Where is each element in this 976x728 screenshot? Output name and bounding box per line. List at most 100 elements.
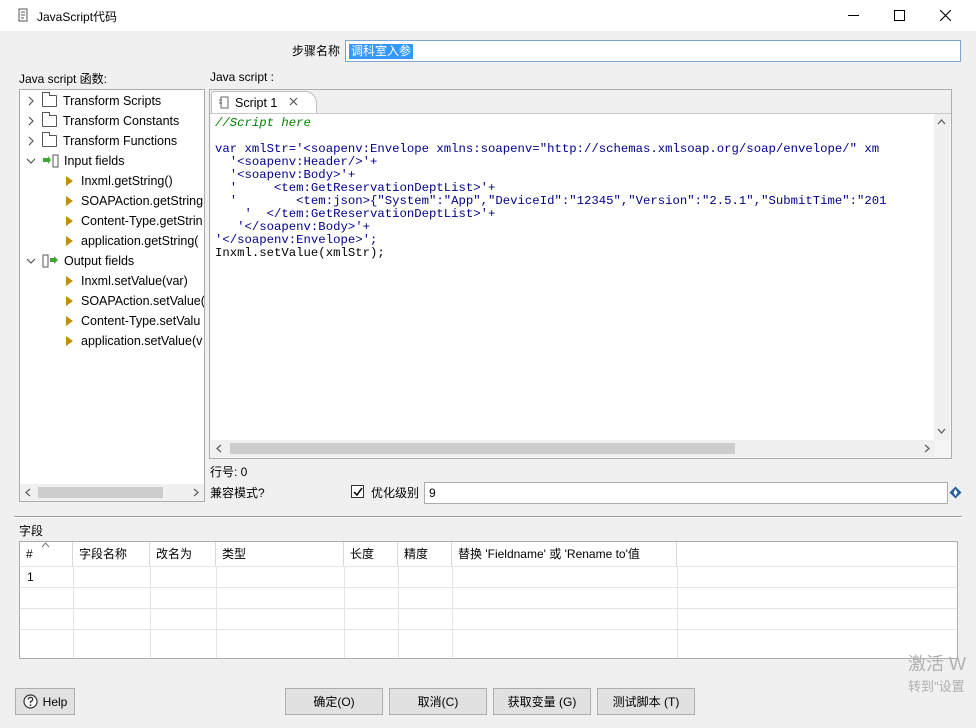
column-header-label: 长度 bbox=[350, 547, 375, 561]
scroll-up-icon[interactable] bbox=[937, 119, 946, 125]
chevron-right-icon[interactable] bbox=[26, 136, 36, 146]
optimization-level-input[interactable]: 9 bbox=[424, 482, 948, 504]
sort-up-icon bbox=[41, 542, 50, 548]
chevron-down-icon[interactable] bbox=[26, 256, 36, 266]
tree-item-label: Transform Constants bbox=[63, 114, 180, 128]
tree-item-label: Transform Functions bbox=[63, 134, 178, 148]
close-tab-icon[interactable] bbox=[289, 97, 298, 106]
help-icon bbox=[23, 694, 38, 709]
tree-item-field[interactable]: Inxml.getString() bbox=[66, 171, 173, 191]
scroll-right-icon[interactable] bbox=[193, 488, 199, 497]
tree-item-field[interactable]: Content-Type.getStrin bbox=[66, 211, 203, 231]
line-number-label: 行号: 0 bbox=[210, 465, 248, 479]
input-fields-icon bbox=[43, 154, 59, 168]
tree-item-label: Inxml.setValue(var) bbox=[81, 274, 188, 288]
scroll-left-icon[interactable] bbox=[216, 444, 222, 453]
editor-vertical-scrollbar[interactable] bbox=[934, 114, 950, 440]
window-title: JavaScript代码 bbox=[37, 10, 118, 24]
folder-icon bbox=[42, 132, 57, 147]
field-icon bbox=[66, 296, 73, 306]
tree-item-output-fields[interactable]: Output fields bbox=[26, 251, 134, 271]
output-fields-icon bbox=[42, 254, 58, 268]
tree-item-label: SOAPAction.getString bbox=[81, 194, 204, 208]
cancel-button-label: 取消(C) bbox=[417, 695, 459, 709]
script-label: Java script : bbox=[210, 70, 275, 84]
chevron-down-icon[interactable] bbox=[26, 156, 36, 166]
field-icon bbox=[66, 216, 73, 226]
tree-item-input-fields[interactable]: Input fields bbox=[26, 151, 124, 171]
column-header-label: 类型 bbox=[222, 547, 247, 561]
tree-horizontal-scrollbar[interactable] bbox=[20, 484, 204, 501]
tab-script-1[interactable]: Script 1 bbox=[211, 91, 317, 113]
column-header[interactable]: # bbox=[20, 542, 73, 566]
column-header-label: 替换 'Fieldname' 或 'Rename to'值 bbox=[458, 547, 640, 561]
optimization-value: 9 bbox=[429, 486, 436, 500]
folder-icon bbox=[42, 112, 57, 127]
tab-label: Script 1 bbox=[235, 96, 278, 110]
scroll-left-icon[interactable] bbox=[25, 488, 31, 497]
tree-item-label: Transform Scripts bbox=[63, 94, 162, 108]
column-header-label: 精度 bbox=[404, 547, 429, 561]
tree-item-label: SOAPAction.setValue( bbox=[81, 294, 205, 308]
chevron-right-icon[interactable] bbox=[26, 116, 36, 126]
get-variables-button-label: 获取变量 (G) bbox=[507, 695, 577, 709]
scrollbar-thumb[interactable] bbox=[38, 487, 163, 498]
optimization-checkbox[interactable] bbox=[351, 485, 364, 498]
compat-mode-label: 兼容模式? bbox=[210, 486, 265, 500]
maximize-icon bbox=[893, 10, 905, 21]
column-header[interactable]: 精度 bbox=[398, 542, 452, 566]
tree-item-label: Content-Type.getStrin bbox=[81, 214, 203, 228]
column-header[interactable]: 改名为 bbox=[150, 542, 216, 566]
minimize-button[interactable] bbox=[830, 0, 876, 31]
code-area[interactable]: //Script here var xmlStr='<soapenv:Envel… bbox=[211, 114, 935, 440]
get-variables-button[interactable]: 获取变量 (G) bbox=[493, 688, 591, 715]
tree-item-field[interactable]: SOAPAction.setValue( bbox=[66, 291, 205, 311]
column-header[interactable]: 字段名称 bbox=[73, 542, 150, 566]
close-button[interactable] bbox=[922, 0, 968, 31]
tree-item-label: application.getString( bbox=[81, 234, 199, 248]
column-header[interactable]: 类型 bbox=[216, 542, 344, 566]
help-button[interactable]: Help bbox=[15, 688, 75, 715]
editor-horizontal-scrollbar[interactable] bbox=[211, 440, 935, 457]
row-divider bbox=[20, 608, 957, 609]
tree-item-field[interactable]: SOAPAction.getString bbox=[66, 191, 203, 211]
scroll-down-icon[interactable] bbox=[937, 428, 946, 434]
optimization-label: 优化级别 bbox=[371, 486, 420, 500]
functions-tree[interactable]: Transform Scripts Transform Constants Tr… bbox=[19, 89, 205, 502]
step-name-label: 步骤名称 bbox=[292, 44, 341, 58]
activation-watermark-subtitle: 转到"设置 bbox=[908, 679, 965, 694]
scrollbar-thumb[interactable] bbox=[230, 443, 735, 454]
title-bar: JavaScript代码 bbox=[0, 0, 976, 31]
tree-item-field[interactable]: Content-Type.setValu bbox=[66, 311, 200, 331]
code-line: Inxml.setValue(xmlStr); bbox=[215, 246, 385, 260]
fields-table[interactable]: # 字段名称 改名为 类型 长度 精度 替换 'Fieldname' 或 'Re… bbox=[19, 541, 958, 659]
tree-item-field[interactable]: application.getString( bbox=[66, 231, 198, 251]
row-divider bbox=[20, 629, 957, 630]
script-editor[interactable]: Script 1 //Script here var xmlStr='<soap… bbox=[209, 89, 952, 459]
step-name-input[interactable]: 调科室入参 bbox=[345, 40, 961, 62]
test-script-button[interactable]: 测试脚本 (T) bbox=[597, 688, 695, 715]
ok-button-label: 确定(O) bbox=[313, 695, 355, 709]
tree-item-transform-scripts[interactable]: Transform Scripts bbox=[26, 91, 161, 111]
table-row[interactable]: 1 bbox=[20, 566, 957, 587]
tree-item-label: Content-Type.setValu bbox=[81, 314, 201, 328]
ok-button[interactable]: 确定(O) bbox=[285, 688, 383, 715]
field-icon bbox=[66, 276, 73, 286]
maximize-button[interactable] bbox=[876, 0, 922, 31]
checkmark-icon bbox=[353, 487, 363, 497]
tree-item-label: application.setValue(v bbox=[81, 334, 203, 348]
tree-item-field[interactable]: Inxml.setValue(var) bbox=[66, 271, 188, 291]
column-header[interactable]: 替换 'Fieldname' 或 'Rename to'值 bbox=[452, 542, 677, 566]
column-header[interactable]: 长度 bbox=[344, 542, 398, 566]
step-name-value: 调科室入参 bbox=[349, 44, 414, 59]
tree-item-field[interactable]: application.setValue(v bbox=[66, 331, 202, 351]
cancel-button[interactable]: 取消(C) bbox=[389, 688, 487, 715]
tree-item-label: Input fields bbox=[64, 154, 125, 168]
tree-item-transform-functions[interactable]: Transform Functions bbox=[26, 131, 177, 151]
variable-diamond-icon[interactable] bbox=[949, 486, 962, 499]
chevron-right-icon[interactable] bbox=[26, 96, 36, 106]
tree-item-transform-constants[interactable]: Transform Constants bbox=[26, 111, 179, 131]
scroll-right-icon[interactable] bbox=[924, 444, 930, 453]
close-icon bbox=[939, 10, 951, 21]
row-number: 1 bbox=[27, 570, 34, 584]
